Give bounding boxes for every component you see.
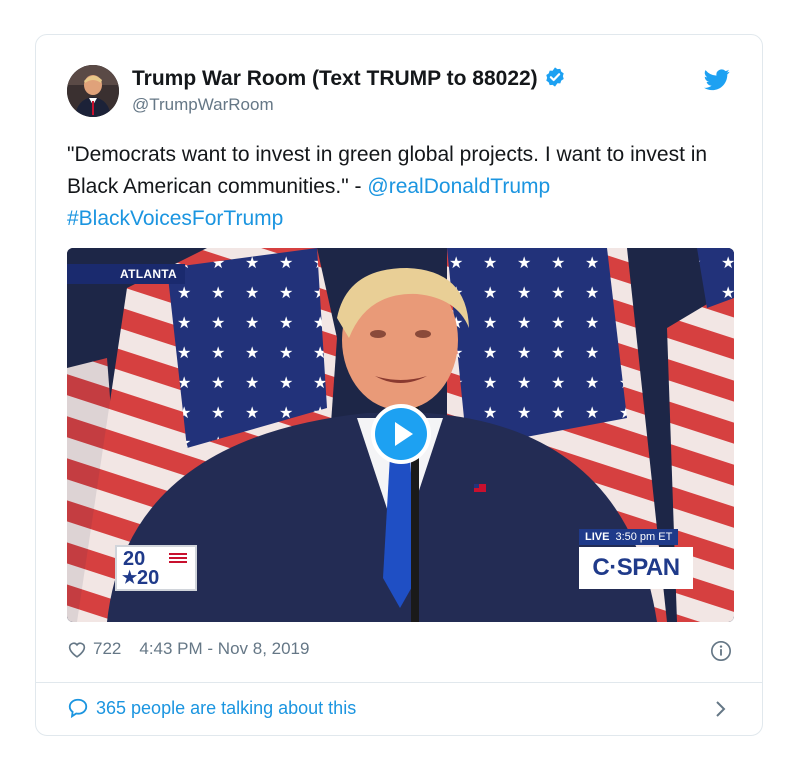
tweet-meta: 722 4:43 PM - Nov 8, 2019 <box>67 639 309 659</box>
conversation-link[interactable]: 365 people are talking about this <box>67 697 356 719</box>
info-icon[interactable] <box>710 640 732 667</box>
mention-link[interactable]: @realDonaldTrump <box>367 175 550 198</box>
logo-bottom-text: 20 <box>137 567 160 589</box>
tweet-embed-card: Trump War Room (Text TRUMP to 88022) @Tr… <box>35 34 763 736</box>
video-player[interactable]: ★ ATLANTA <box>67 248 734 622</box>
campaign-2020-logo: 20 ★ 20 <box>115 545 197 591</box>
network-logo: C·SPAN <box>579 547 693 589</box>
heart-icon[interactable] <box>67 640 87 658</box>
live-label: LIVE <box>585 531 610 543</box>
hashtag-link[interactable]: #BlackVoicesForTrump <box>67 207 283 230</box>
author-name[interactable]: Trump War Room (Text TRUMP to 88022) <box>132 66 566 94</box>
live-time: 3:50 pm ET <box>615 531 673 543</box>
divider <box>36 682 762 683</box>
live-badge: LIVE 3:50 pm ET <box>579 529 679 545</box>
play-icon[interactable] <box>375 408 427 460</box>
talking-count-text[interactable]: 365 people are talking about this <box>96 698 356 719</box>
author-handle[interactable]: @TrumpWarRoom <box>132 95 274 115</box>
verified-badge-icon <box>544 66 566 94</box>
author-name-text[interactable]: Trump War Room (Text TRUMP to 88022) <box>132 67 538 90</box>
like-count[interactable]: 722 <box>93 639 121 659</box>
chevron-right-icon[interactable] <box>714 699 728 724</box>
tweet-text: "Democrats want to invest in green globa… <box>67 139 727 235</box>
location-banner: ATLANTA <box>67 264 185 284</box>
twitter-bird-icon[interactable] <box>704 69 730 96</box>
play-button[interactable] <box>371 404 431 464</box>
timestamp[interactable]: 4:43 PM - Nov 8, 2019 <box>139 639 309 659</box>
star-icon: ★ <box>122 568 138 587</box>
speech-bubble-icon[interactable] <box>67 697 89 719</box>
avatar[interactable] <box>67 65 119 117</box>
